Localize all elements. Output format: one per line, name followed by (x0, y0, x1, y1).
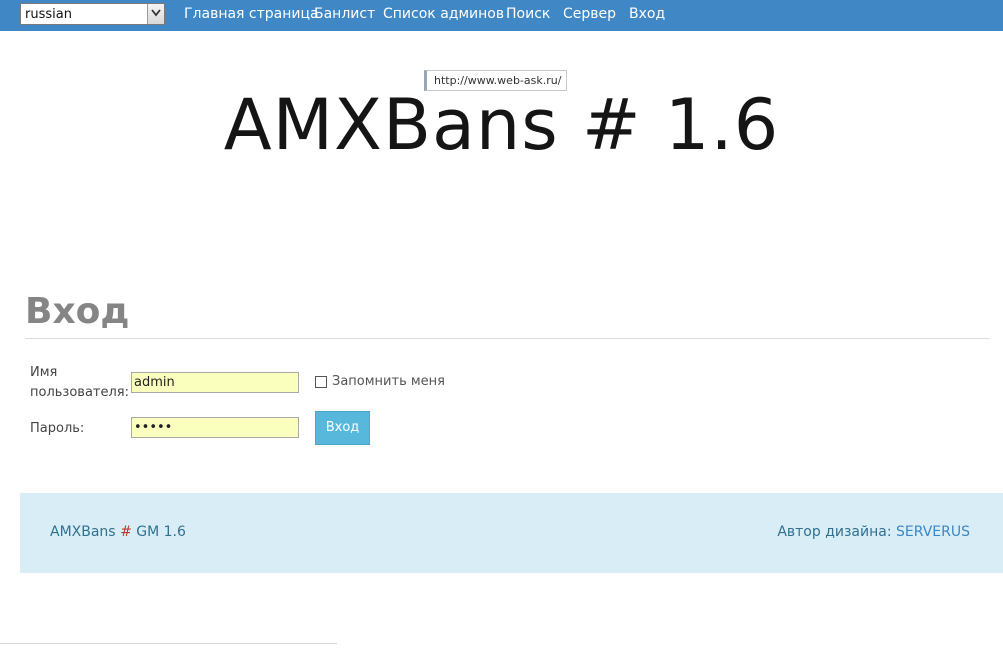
username-label: Имя пользователя: (30, 365, 129, 400)
nav-banlist-link[interactable]: Банлист (314, 6, 375, 22)
nav-home-link[interactable]: Главная страница (184, 6, 319, 22)
title-divider (25, 338, 990, 339)
footer-brand: AMXBans (50, 524, 116, 540)
page-title: Вход (25, 291, 130, 332)
footer: AMXBans # GM 1.6 Автор дизайна: SERVERUS (20, 493, 1003, 573)
password-input[interactable]: ••••• (131, 417, 299, 438)
login-submit-button[interactable]: Вход (315, 411, 370, 445)
footer-author-link[interactable]: SERVERUS (896, 524, 970, 540)
nav-admins-link[interactable]: Список админов (383, 6, 504, 22)
footer-author-label: Автор дизайна: (777, 524, 892, 540)
bottom-divider (0, 643, 337, 644)
footer-hash: # (120, 524, 132, 540)
remember-me-label[interactable]: Запомнить меня (332, 374, 445, 389)
username-input[interactable]: admin (131, 372, 299, 393)
chevron-down-icon[interactable] (147, 4, 164, 24)
nav-search-link[interactable]: Поиск (506, 6, 550, 22)
nav-server-link[interactable]: Сервер (563, 6, 616, 22)
footer-version-number: GM 1.6 (136, 524, 186, 540)
nav-login-link[interactable]: Вход (629, 6, 665, 22)
footer-version: AMXBans # GM 1.6 (50, 524, 186, 540)
site-logo-title: AMXBans # 1.6 (223, 84, 780, 166)
footer-credits: Автор дизайна: SERVERUS (777, 524, 970, 540)
remember-me-checkbox[interactable] (315, 376, 327, 388)
language-select-value: russian (25, 7, 72, 22)
language-select[interactable]: russian (20, 3, 165, 25)
top-navbar: russian Главная страница Банлист Список … (0, 0, 1003, 31)
password-label: Пароль: (30, 421, 85, 436)
